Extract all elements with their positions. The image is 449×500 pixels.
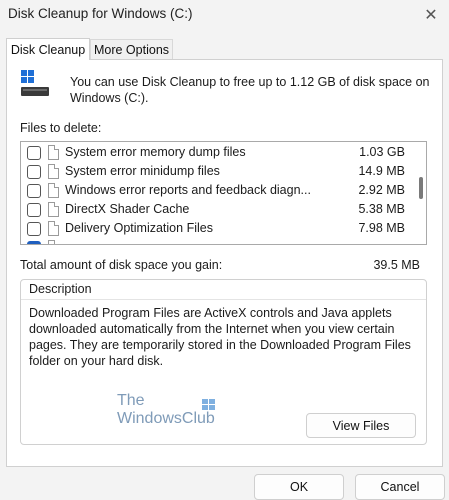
scrollbar-thumb[interactable] xyxy=(419,177,423,199)
watermark-logo: The WindowsClub xyxy=(117,392,227,438)
ok-button[interactable]: OK xyxy=(254,474,344,500)
list-item[interactable]: System error minidump files 14.9 MB xyxy=(21,163,411,182)
file-size: 7.98 MB xyxy=(358,221,405,235)
file-size: 1.03 GB xyxy=(359,145,405,159)
title-bar: Disk Cleanup for Windows (C:) ✕ xyxy=(0,0,449,30)
checkbox[interactable] xyxy=(27,222,41,236)
list-item[interactable]: DirectX Shader Cache 5.38 MB xyxy=(21,201,411,220)
cancel-button[interactable]: Cancel xyxy=(355,474,445,500)
document-icon xyxy=(48,164,59,179)
file-name: Windows error reports and feedback diagn… xyxy=(65,183,311,197)
file-name: DirectX Shader Cache xyxy=(65,202,190,216)
file-name: System error minidump files xyxy=(65,164,220,178)
list-item[interactable] xyxy=(21,239,411,244)
description-title: Description xyxy=(29,282,92,296)
description-text: Downloaded Program Files are ActiveX con… xyxy=(29,306,411,368)
document-icon xyxy=(48,202,59,217)
drive-icon xyxy=(21,70,49,96)
tab-disk-cleanup[interactable]: Disk Cleanup xyxy=(6,38,90,60)
intro-text: You can use Disk Cleanup to free up to 1… xyxy=(70,75,430,105)
document-icon xyxy=(48,240,59,244)
document-icon xyxy=(48,183,59,198)
checkbox[interactable] xyxy=(27,203,41,217)
checkbox[interactable] xyxy=(27,165,41,179)
list-item[interactable]: Windows error reports and feedback diagn… xyxy=(21,182,411,201)
windows-logo-icon xyxy=(202,399,215,410)
file-size: 5.38 MB xyxy=(358,202,405,216)
file-size: 2.92 MB xyxy=(358,183,405,197)
files-list[interactable]: System error memory dump files 1.03 GB S… xyxy=(20,141,427,245)
divider xyxy=(21,299,426,300)
close-icon[interactable]: ✕ xyxy=(413,0,449,30)
document-icon xyxy=(48,145,59,160)
checkbox[interactable] xyxy=(27,241,41,244)
watermark-line2: WindowsClub xyxy=(117,410,215,427)
list-item[interactable]: Delivery Optimization Files 7.98 MB xyxy=(21,220,411,239)
file-size: 14.9 MB xyxy=(358,164,405,178)
total-space-label: Total amount of disk space you gain: xyxy=(20,258,223,272)
files-to-delete-label: Files to delete: xyxy=(20,121,102,135)
document-icon xyxy=(48,221,59,236)
tab-more-options[interactable]: More Options xyxy=(90,39,173,59)
list-item[interactable]: System error memory dump files 1.03 GB xyxy=(21,144,411,163)
total-space-value: 39.5 MB xyxy=(373,258,420,272)
checkbox[interactable] xyxy=(27,146,41,160)
checkbox[interactable] xyxy=(27,184,41,198)
window-title: Disk Cleanup for Windows (C:) xyxy=(8,6,193,21)
tab-panel: You can use Disk Cleanup to free up to 1… xyxy=(6,59,443,467)
view-files-button[interactable]: View Files xyxy=(306,413,416,438)
file-name: Delivery Optimization Files xyxy=(65,221,213,235)
file-name: System error memory dump files xyxy=(65,145,246,159)
